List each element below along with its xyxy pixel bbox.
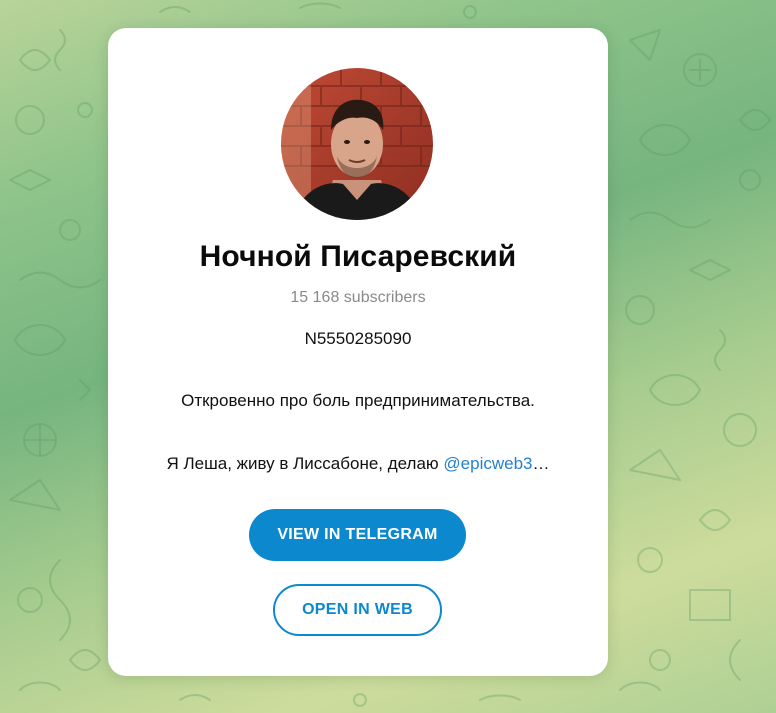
subscriber-count: 15 168 subscribers	[290, 289, 426, 306]
description-id-line: N5550285090	[304, 329, 412, 348]
description-ellipsis: …	[532, 454, 550, 473]
open-in-web-button[interactable]: OPEN IN WEB	[273, 584, 442, 636]
channel-title: Ночной Писаревский	[199, 240, 517, 273]
avatar-photo-icon	[281, 68, 433, 220]
channel-card: Ночной Писаревский 15 168 subscribers N5…	[108, 28, 608, 676]
description-intro-text: Я Леша, живу в Лиссабоне, делаю	[166, 454, 444, 473]
description-about-line: Откровенно про боль предпринимательства.	[181, 391, 535, 410]
description-intro-line: Я Леша, живу в Лиссабоне, делаю @epicweb…	[108, 454, 608, 474]
epicweb3-link[interactable]: @epicweb3	[443, 454, 532, 473]
channel-avatar	[281, 68, 433, 220]
view-in-telegram-button[interactable]: VIEW IN TELEGRAM	[249, 509, 466, 561]
